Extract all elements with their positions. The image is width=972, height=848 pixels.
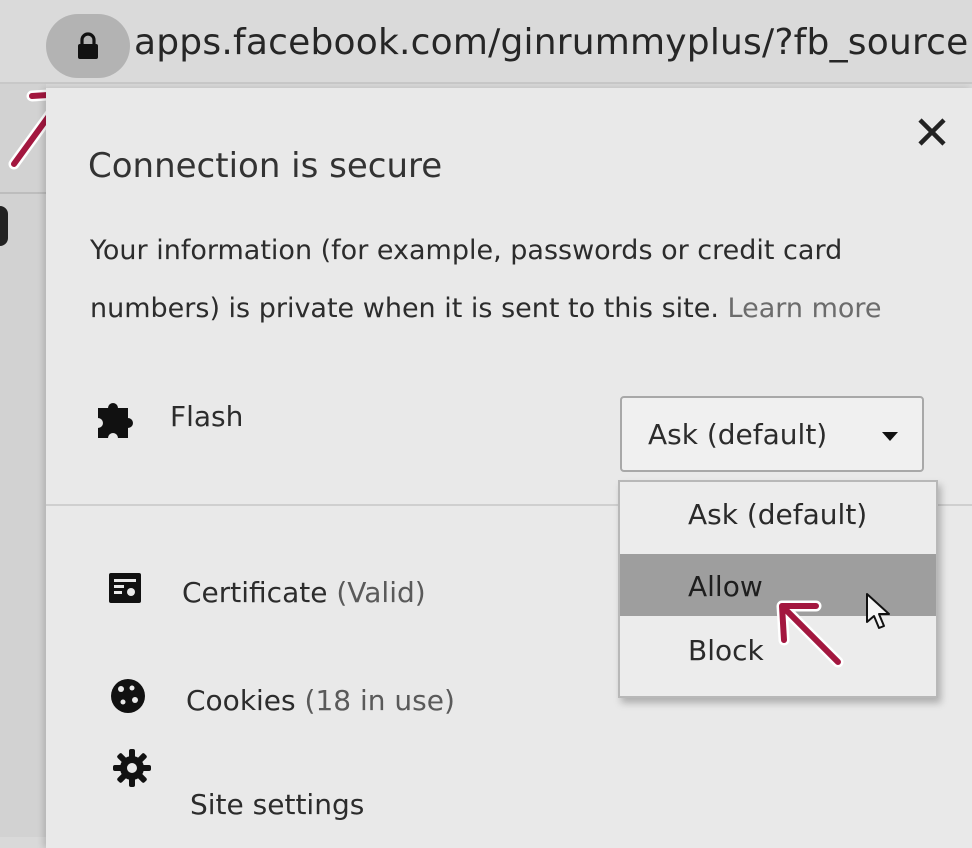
popup-title: Connection is secure — [88, 146, 443, 186]
learn-more-link[interactable]: Learn more — [728, 293, 882, 324]
option-ask-default[interactable]: Ask (default) — [620, 482, 936, 544]
cookies-count: (18 in use) — [304, 684, 455, 717]
puzzle-piece-icon — [98, 403, 133, 438]
option-label: Block — [688, 634, 764, 667]
certificate-status: (Valid) — [336, 576, 426, 609]
certificate-row[interactable]: Certificate (Valid) — [182, 576, 426, 609]
cookie-icon — [111, 679, 145, 713]
gear-icon — [113, 749, 151, 787]
flash-select-value: Ask (default) — [648, 418, 828, 451]
annotation-arrow-allow — [776, 600, 844, 668]
option-label: Ask (default) — [688, 498, 868, 531]
option-label: Allow — [688, 570, 763, 603]
address-bar: apps.facebook.com/ginrummyplus/?fb_sourc… — [0, 0, 972, 84]
lock-icon — [78, 32, 98, 59]
site-info-button[interactable] — [46, 14, 130, 78]
page-edge — [0, 206, 8, 246]
security-description: Your information (for example, passwords… — [90, 222, 910, 338]
mouse-cursor-icon — [866, 593, 890, 629]
cookies-row[interactable]: Cookies (18 in use) — [186, 684, 455, 717]
flash-label: Flash — [170, 400, 244, 433]
page-background — [0, 84, 46, 837]
cookies-label: Cookies — [186, 684, 296, 717]
dropdown-caret-icon — [882, 432, 898, 441]
certificate-label: Certificate — [182, 576, 328, 609]
page-divider — [0, 192, 46, 194]
page-info-popup: Connection is secure Your information (f… — [46, 88, 972, 848]
close-icon[interactable] — [912, 112, 952, 152]
url-text[interactable]: apps.facebook.com/ginrummyplus/?fb_sourc… — [134, 22, 969, 63]
flash-permission-select[interactable]: Ask (default) — [620, 396, 924, 472]
site-settings-link[interactable]: Site settings — [190, 788, 364, 821]
certificate-icon — [109, 573, 141, 603]
